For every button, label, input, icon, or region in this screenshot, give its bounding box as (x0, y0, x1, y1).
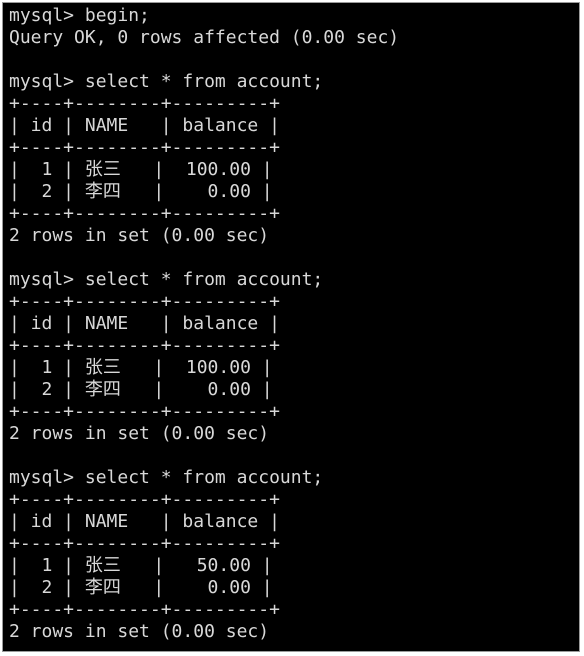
table-header-2: | id | NAME | balance | (9, 313, 280, 334)
prompt-select-3: mysql> select * from account; (9, 467, 324, 488)
prompt-select-1: mysql> select * from account; (9, 71, 324, 92)
result-summary-1: 2 rows in set (0.00 sec) (9, 225, 270, 246)
table-header-1: | id | NAME | balance | (9, 115, 280, 136)
table-row-1-2: | 2 | 李四 | 0.00 | (9, 181, 273, 202)
table-row-2-1: | 1 | 张三 | 100.00 | (9, 357, 273, 378)
table-border-1-mid: +----+--------+---------+ (9, 137, 280, 158)
result-summary-3: 2 rows in set (0.00 sec) (9, 621, 270, 642)
table-border-3-top: +----+--------+---------+ (9, 489, 280, 510)
prompt-select-2: mysql> select * from account; (9, 269, 324, 290)
table-row-1-1: | 1 | 张三 | 100.00 | (9, 159, 273, 180)
table-row-3-2: | 2 | 李四 | 0.00 | (9, 577, 273, 598)
table-header-3: | id | NAME | balance | (9, 511, 280, 532)
table-border-1-top: +----+--------+---------+ (9, 93, 280, 114)
table-border-1-bottom: +----+--------+---------+ (9, 203, 280, 224)
table-row-2-2: | 2 | 李四 | 0.00 | (9, 379, 273, 400)
prompt-begin: mysql> begin; (9, 5, 150, 26)
table-border-2-mid: +----+--------+---------+ (9, 335, 280, 356)
terminal-window[interactable]: mysql> begin; Query OK, 0 rows affected … (2, 2, 580, 652)
table-border-2-bottom: +----+--------+---------+ (9, 401, 280, 422)
table-row-3-1: | 1 | 张三 | 50.00 | (9, 555, 273, 576)
result-summary-2: 2 rows in set (0.00 sec) (9, 423, 270, 444)
table-border-3-mid: +----+--------+---------+ (9, 533, 280, 554)
query-ok-message: Query OK, 0 rows affected (0.00 sec) (9, 27, 400, 48)
table-border-3-bottom: +----+--------+---------+ (9, 599, 280, 620)
table-border-2-top: +----+--------+---------+ (9, 291, 280, 312)
